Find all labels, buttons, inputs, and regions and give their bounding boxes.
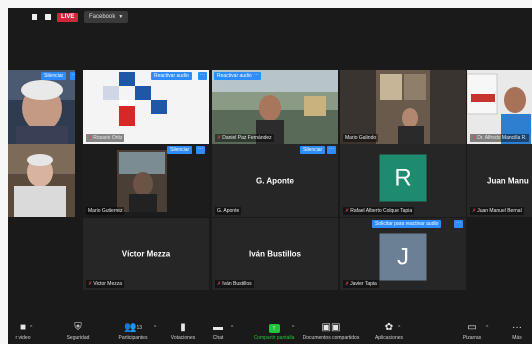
participant-name: ✗Victor Mezza bbox=[86, 280, 125, 288]
meeting-toolbar: ■ r video ^ ⛨ Seguridad 👥13 Participante… bbox=[8, 320, 532, 344]
participant-video bbox=[340, 70, 466, 144]
more-options-button[interactable]: ··· bbox=[70, 72, 75, 80]
video-tile[interactable]: Víctor Mezza ✗Victor Mezza bbox=[83, 218, 209, 290]
video-tile[interactable]: J Solicitar para reactivar audio ··· ✗Ja… bbox=[340, 218, 466, 290]
mute-participant-button[interactable]: Silenciar bbox=[167, 146, 193, 154]
avatar: J bbox=[379, 233, 427, 281]
muted-mic-icon: ✗ bbox=[88, 135, 93, 141]
stream-target-label: Facebook bbox=[89, 14, 116, 20]
participants-button[interactable]: 👥13 Participantes bbox=[108, 322, 158, 341]
muted-mic-icon: ✗ bbox=[472, 135, 477, 141]
polls-button[interactable]: ▮ Votaciones bbox=[163, 322, 203, 341]
security-button[interactable]: ⛨ Seguridad bbox=[58, 322, 98, 341]
participant-name: ✗Iván Bustillos bbox=[215, 280, 254, 288]
participant-name: ✗Dr. Alfredo Mancilla R. bbox=[470, 134, 529, 142]
video-tile[interactable]: Reactivar audio ··· ✗Rosario Ortiz bbox=[83, 70, 209, 144]
video-tile[interactable]: Silenciar ··· bbox=[8, 70, 75, 144]
documents-icon: ▣▣ bbox=[321, 322, 341, 333]
chevron-up-icon[interactable]: ^ bbox=[231, 325, 233, 331]
participant-display-name: G. Aponte bbox=[256, 176, 294, 185]
participants-icon: 👥13 bbox=[123, 322, 142, 333]
participant-video bbox=[8, 144, 75, 217]
video-tile[interactable]: G. Aponte Silenciar ··· G. Aponte bbox=[212, 144, 338, 217]
chevron-down-icon: ▼ bbox=[118, 14, 124, 20]
participant-name: ✗Daniel Paz Fernández bbox=[215, 134, 274, 142]
muted-mic-icon: ✗ bbox=[472, 208, 477, 214]
video-tile[interactable]: Iván Bustillos ✗Iván Bustillos bbox=[212, 218, 338, 290]
video-button[interactable]: ■ r video bbox=[8, 322, 38, 341]
video-tile[interactable]: ✗Dr. Alfredo Mancilla R. bbox=[467, 70, 532, 144]
chevron-up-icon[interactable]: ^ bbox=[154, 325, 156, 331]
participant-name: ✗Javier Tapia bbox=[343, 280, 379, 288]
unmute-request-button[interactable]: Reactivar audio bbox=[151, 72, 192, 80]
muted-mic-icon: ✗ bbox=[345, 208, 350, 214]
muted-mic-icon: ✗ bbox=[345, 281, 350, 287]
participant-display-name: Víctor Mezza bbox=[121, 249, 171, 259]
share-screen-button[interactable]: ↑ Compartir pantalla bbox=[244, 322, 304, 341]
chevron-up-icon[interactable]: ^ bbox=[486, 325, 488, 331]
participant-video bbox=[83, 70, 209, 144]
video-tile-active-speaker[interactable]: Silenciar ··· Mario Gutierrez bbox=[83, 144, 209, 217]
stream-target-dropdown[interactable]: Facebook ▼ bbox=[84, 11, 129, 23]
poll-icon: ▮ bbox=[180, 322, 186, 333]
more-options-button[interactable]: ··· bbox=[327, 146, 336, 154]
chevron-up-icon[interactable]: ^ bbox=[292, 325, 294, 331]
whiteboard-icon: ▭ bbox=[467, 322, 477, 333]
participant-video bbox=[212, 70, 338, 144]
participant-video bbox=[467, 70, 532, 144]
video-icon: ■ bbox=[19, 322, 27, 333]
stop-stream-icon[interactable] bbox=[45, 14, 51, 20]
participant-display-name: Juan Manu bbox=[487, 176, 529, 185]
chat-icon: ▬ bbox=[213, 322, 223, 333]
participant-name: G. Aponte bbox=[215, 207, 242, 215]
more-options-button[interactable]: ··· bbox=[198, 72, 207, 80]
more-icon: ··· bbox=[512, 322, 522, 333]
muted-mic-icon: ✗ bbox=[217, 281, 222, 287]
whiteboards-button[interactable]: ▭ Pizarras bbox=[454, 322, 490, 341]
participant-name: Mario Gutierrez bbox=[86, 207, 125, 215]
participant-video bbox=[8, 70, 75, 144]
participant-display-name: Iván Bustillos bbox=[248, 249, 301, 259]
shared-documents-button[interactable]: ▣▣ Documentos compartidos bbox=[300, 322, 362, 341]
video-tile[interactable] bbox=[8, 144, 75, 217]
avatar: R bbox=[379, 154, 427, 202]
more-options-button[interactable]: ··· bbox=[252, 72, 261, 80]
video-tile[interactable]: Reactivar audio ··· ✗Daniel Paz Fernánde… bbox=[212, 70, 338, 144]
video-tile[interactable]: Juan Manu ✗Juan Manuel Bernal bbox=[467, 144, 532, 217]
zoom-meeting-window: LIVE Facebook▼ Silenciar ··· Reactivar a… bbox=[8, 8, 532, 344]
more-options-button[interactable]: ··· bbox=[196, 146, 205, 154]
chevron-up-icon[interactable]: ^ bbox=[398, 325, 400, 331]
mute-participant-button[interactable]: Silenciar bbox=[41, 72, 67, 80]
pause-stream-icon[interactable] bbox=[32, 14, 37, 20]
chevron-up-icon[interactable]: ^ bbox=[30, 325, 32, 331]
participant-name: Mario Galindo bbox=[343, 134, 379, 142]
video-tile[interactable]: R ✗Rafael Alberto Colque Tapia bbox=[340, 144, 466, 217]
live-badge: LIVE bbox=[57, 13, 79, 22]
chat-button[interactable]: ▬ Chat bbox=[206, 322, 230, 341]
participant-name: ✗Juan Manuel Bernal bbox=[470, 207, 524, 215]
share-screen-icon: ↑ bbox=[244, 322, 304, 334]
apps-button[interactable]: ✿ Aplicaciones bbox=[364, 322, 414, 341]
video-tile[interactable]: Mario Galindo bbox=[340, 70, 466, 144]
participant-name: ✗Rosario Ortiz bbox=[86, 134, 125, 142]
more-button[interactable]: ··· Más bbox=[504, 322, 530, 341]
participant-name: ✗Rafael Alberto Colque Tapia bbox=[343, 207, 415, 215]
mute-participant-button[interactable]: Silenciar bbox=[300, 146, 326, 154]
muted-mic-icon: ✗ bbox=[88, 281, 93, 287]
unmute-request-button[interactable]: Reactivar audio bbox=[214, 72, 255, 80]
shield-icon: ⛨ bbox=[74, 322, 82, 333]
apps-icon: ✿ bbox=[384, 322, 394, 333]
top-bar: LIVE Facebook ▼ bbox=[8, 8, 532, 30]
more-options-button[interactable]: ··· bbox=[454, 220, 463, 228]
ask-to-unmute-button[interactable]: Solicitar para reactivar audio bbox=[372, 220, 442, 228]
muted-mic-icon: ✗ bbox=[217, 135, 222, 141]
